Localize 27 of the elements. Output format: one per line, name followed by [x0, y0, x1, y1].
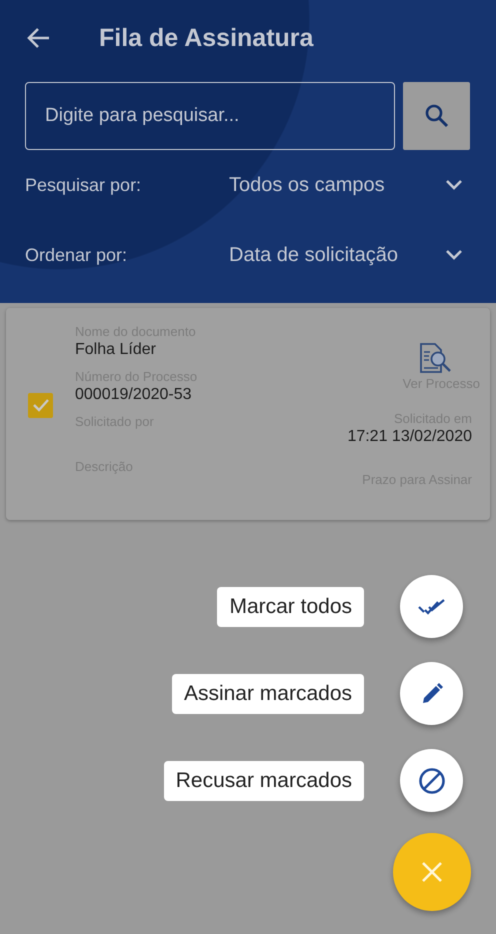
- search-field[interactable]: Digite para pesquisar...: [25, 82, 395, 150]
- close-icon: [421, 861, 443, 883]
- filter-label: Pesquisar por:: [25, 174, 142, 196]
- document-name: Folha Líder: [75, 341, 156, 359]
- request-date: 17:21 13/02/2020: [347, 428, 472, 446]
- action-label[interactable]: Assinar marcados: [172, 674, 364, 714]
- floating-action-button[interactable]: [393, 833, 471, 911]
- screen-title: Fila de Assinatura: [99, 24, 314, 52]
- action-label[interactable]: Recusar marcados: [164, 760, 364, 800]
- search-button[interactable]: [403, 82, 470, 150]
- back-button[interactable]: [25, 26, 51, 50]
- checkmark-icon: [32, 398, 50, 412]
- action-button[interactable]: [400, 575, 463, 638]
- action-label[interactable]: Marcar todos: [217, 586, 364, 626]
- filter-dropdown[interactable]: Data de solicitação: [229, 244, 471, 266]
- filter-dropdown[interactable]: Todos os campos: [229, 174, 471, 196]
- block-icon: [418, 766, 446, 794]
- double-check-icon: [416, 596, 446, 616]
- process-number: 000019/2020-53: [75, 386, 192, 404]
- filter-label: Ordenar por:: [25, 244, 128, 266]
- search-icon: [424, 103, 450, 129]
- action-button[interactable]: [400, 662, 463, 725]
- checkbox[interactable]: [28, 392, 53, 418]
- chevron-down-icon: [445, 249, 463, 261]
- action-button[interactable]: [400, 749, 463, 812]
- chevron-down-icon: [445, 179, 463, 191]
- back-arrow-icon: [25, 26, 51, 50]
